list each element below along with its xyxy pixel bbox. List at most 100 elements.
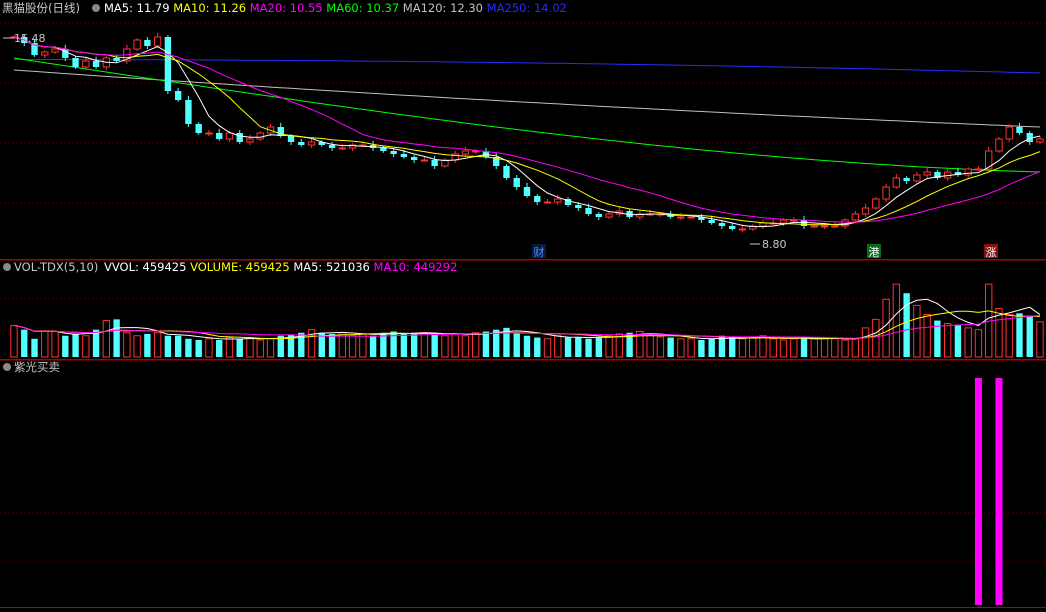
- volume-bar-94: [974, 329, 983, 358]
- volume-bar-89: [923, 314, 931, 358]
- volume-bar-86: [892, 283, 901, 358]
- dropdown-icon[interactable]: [3, 263, 11, 271]
- high-marker: 15.48: [3, 32, 46, 45]
- volume-bar-11: [123, 332, 131, 358]
- candle-49: [513, 175, 520, 190]
- volume-bar-18: [195, 340, 202, 357]
- volume-bar-45: [472, 332, 480, 358]
- candle-12: [133, 38, 141, 51]
- candle-15: [164, 35, 172, 94]
- candle-87: [903, 176, 910, 184]
- volume-bar-70: [729, 337, 736, 357]
- volume-bar-9: [102, 320, 111, 358]
- volume-bar-31: [328, 333, 336, 357]
- volume-bar-55: [575, 336, 582, 357]
- candle-28: [298, 139, 305, 147]
- price-header: 黑猫股份(日线) MA5: 11.79 MA10: 11.26 MA20: 10…: [2, 1, 567, 15]
- volume-bar-49: [513, 332, 520, 357]
- legend-item-0: MA5: 11.79: [104, 1, 170, 15]
- candle-3: [41, 50, 49, 58]
- legend-item-1: VOLUME: 459425: [186, 260, 289, 274]
- volume-bar-3: [41, 330, 49, 358]
- volume-bar-21: [225, 337, 234, 358]
- volume-bar-59: [615, 333, 624, 358]
- volume-bar-12: [133, 335, 141, 358]
- candle-90: [934, 170, 941, 180]
- volume-bar-46: [482, 331, 490, 357]
- volume-bar-76: [790, 338, 798, 358]
- volume-bar-88: [913, 304, 921, 358]
- candle-65: [677, 212, 685, 220]
- candle-72: [749, 224, 757, 231]
- legend-item-1: MA10: 11.26: [170, 1, 247, 15]
- price-pane-title: 黑猫股份(日线): [2, 1, 80, 15]
- volume-bar-58: [605, 335, 613, 358]
- volume-bar-14: [153, 332, 162, 358]
- candle-96: [995, 137, 1003, 153]
- volume-header: VOL-TDX(5,10) VVOL: 459425 VOLUME: 45942…: [3, 260, 457, 274]
- ma-legend: MA5: 11.79 MA10: 11.26 MA20: 10.55 MA60:…: [104, 1, 567, 15]
- candle-33: [348, 143, 357, 151]
- volume-bar-17: [185, 338, 192, 357]
- indicator-pane-title: 紫光买卖: [14, 360, 60, 374]
- event-label-zhang: 涨: [986, 246, 997, 259]
- volume-bar-66: [687, 338, 695, 358]
- candle-35: [369, 140, 377, 151]
- candle-83: [861, 203, 870, 217]
- candle-31: [328, 142, 336, 151]
- volume-bar-63: [656, 336, 665, 358]
- high-label: 15.48: [14, 32, 46, 45]
- volume-bar-85: [882, 298, 890, 358]
- dropdown-icon[interactable]: [92, 4, 100, 12]
- volume-bar-13: [144, 333, 151, 357]
- candle-6: [72, 56, 79, 69]
- volume-bar-22: [236, 338, 243, 357]
- volume-bar-77: [800, 337, 808, 357]
- volume-bar-98: [1016, 313, 1023, 357]
- volume-bar-16: [174, 335, 182, 357]
- volume-bar-53: [554, 335, 562, 358]
- candle-44: [461, 146, 470, 156]
- candle-13: [144, 37, 151, 49]
- volume-bar-43: [451, 333, 459, 358]
- volume-bar-15: [164, 335, 172, 357]
- volume-bar-40: [420, 332, 429, 358]
- volume-bar-25: [266, 338, 275, 358]
- volume-bar-39: [410, 332, 418, 357]
- volume-bar-24: [256, 339, 264, 358]
- signal-bars: [974, 378, 1003, 605]
- candle-54: [564, 197, 572, 207]
- candle-9: [102, 56, 111, 70]
- candle-41: [431, 155, 438, 169]
- volume-bar-91: [943, 323, 952, 358]
- legend-item-2: MA20: 10.55: [246, 1, 323, 15]
- candle-39: [410, 155, 418, 163]
- legend-item-0: VVOL: 459425: [104, 260, 186, 274]
- candle-85: [882, 184, 890, 202]
- candle-22: [236, 130, 243, 144]
- volume-bar-78: [810, 338, 818, 358]
- volume-bar-61: [636, 331, 644, 358]
- volume-bar-82: [851, 338, 860, 358]
- candle-61: [636, 211, 644, 220]
- candle-59: [615, 206, 624, 217]
- dropdown-icon[interactable]: [3, 363, 11, 371]
- volume-pane-title: VOL-TDX(5,10): [14, 260, 98, 274]
- stock-chart[interactable]: 15.48 8.80 财 港 涨 黑猫股份(日线) MA5: 11.79 MA1…: [0, 0, 1046, 612]
- volume-bar-67: [698, 340, 705, 357]
- volume-bar-84: [872, 318, 880, 358]
- candle-51: [534, 194, 541, 205]
- candle-52: [543, 199, 552, 204]
- volume-bar-68: [708, 338, 715, 357]
- volume-bar-19: [205, 338, 213, 358]
- volume-bar-65: [677, 338, 685, 358]
- legend-item-2: MA5: 521036: [290, 260, 370, 274]
- candle-98: [1016, 122, 1023, 135]
- candle-100: [1036, 136, 1044, 144]
- volume-bar-79: [820, 337, 829, 358]
- legend-item-3: MA60: 10.37: [323, 1, 400, 15]
- candle-88: [913, 172, 921, 183]
- volume-bar-5: [62, 335, 69, 357]
- volume-bar-83: [861, 327, 870, 358]
- candle-32: [338, 143, 347, 150]
